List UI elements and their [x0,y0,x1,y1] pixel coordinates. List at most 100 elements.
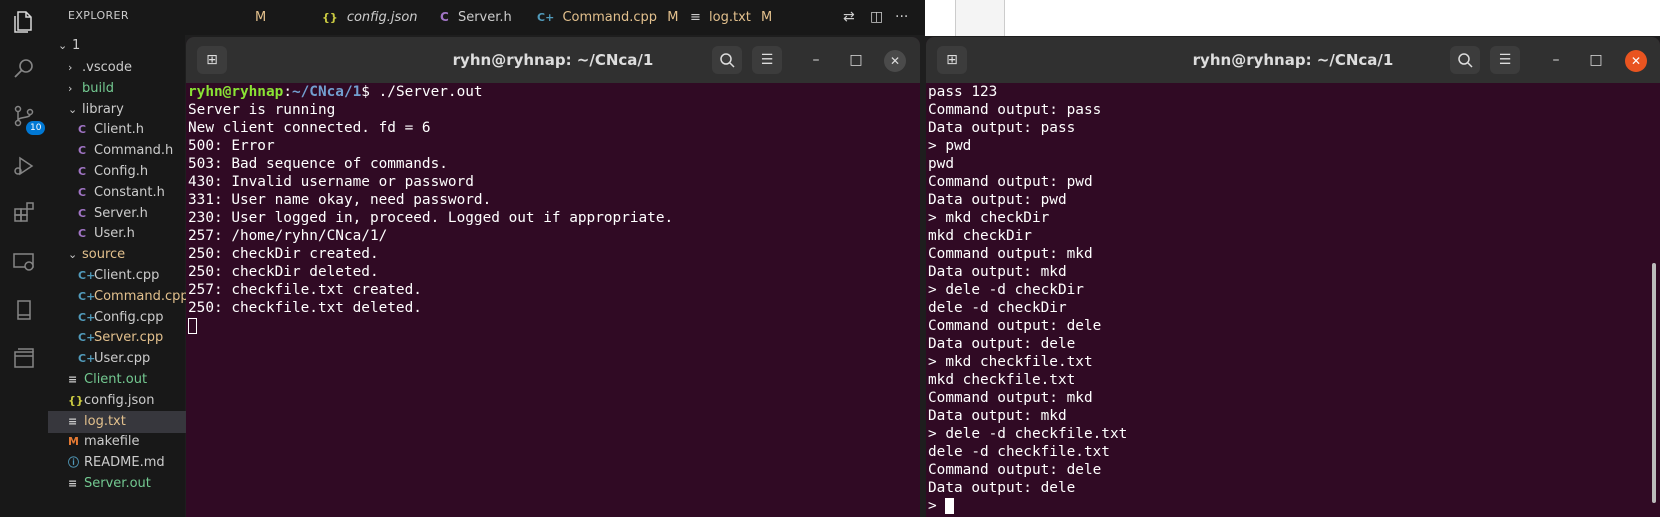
tree-item-label: build [82,80,114,96]
tab-config-json[interactable]: {} config.json [322,0,418,35]
minimize-icon[interactable]: – [1546,50,1566,70]
tree-item-label: .vscode [82,60,132,75]
terminal-cursor [188,318,197,334]
maximize-icon[interactable]: □ [1586,50,1606,70]
tree-item[interactable]: C Command.h [78,140,173,162]
files-icon[interactable] [12,10,36,34]
terminal-output-right[interactable]: pass 123 Command output: pass Data output:… [926,83,1660,517]
terminal-titlebar[interactable]: ⊞ ryhn@ryhnap: ~/CNca/1 ☰ – □ ✕ [926,37,1660,83]
output-line: 257: checkfile.txt created. [188,282,422,298]
tree-item[interactable]: C+Client.cpp [78,265,159,287]
maximize-icon[interactable]: □ [846,50,866,70]
terminal-window-right[interactable]: ⊞ ryhn@ryhnap: ~/CNca/1 ☰ – □ ✕ pass 123… [926,37,1660,517]
tree-item-label: Constant.h [94,184,165,200]
output-line: 500: Error [188,138,275,154]
tree-item[interactable]: ⓘ README.md [68,452,165,474]
file-type-icon: {} [68,393,84,407]
tree-item-label: log.txt [84,413,126,429]
tree-item[interactable]: ⌄ source [68,244,125,266]
book-icon[interactable] [12,298,36,322]
tree-item[interactable]: ≡ log.txt [48,410,205,433]
background-document-window [925,0,1660,36]
cpp-icon: C+ [537,11,555,24]
hamburger-menu-icon[interactable]: ☰ [1490,46,1520,74]
chevron-down-icon: ⌄ [68,102,78,116]
tree-item[interactable]: › build [68,78,114,100]
terminal-output-left[interactable]: ryhn@ryhnap:~/CNca/1$ ./Server.out Serve… [186,83,920,517]
tab-partial[interactable]: M [255,0,266,35]
output-line: 250: checkfile.txt deleted. [188,300,422,316]
output-line: Data output: mkd [928,408,1067,424]
tree-item[interactable]: C+User.cpp [78,348,150,370]
editor-tab-bar: M {} config.json C Server.h C+ Command.c… [185,0,925,35]
tab-server-h[interactable]: C Server.h [440,0,512,35]
run-debug-icon[interactable] [12,154,36,178]
file-type-icon: C+ [78,331,96,345]
tree-item-label: source [82,247,126,263]
hamburger-menu-icon[interactable]: ☰ [752,46,782,74]
file-type-icon: C+ [78,269,96,282]
explorer-sidebar: EXPLORER ⌄ 1 › .vscode › build ⌄ library C Clien… [48,0,205,517]
tree-item-label: Server.cpp [94,330,164,346]
split-editor-icon[interactable]: ◫ [870,9,883,25]
tree-item[interactable]: ≡ Client.out [68,369,147,391]
output-line: > mkd checkfile.txt [928,354,1093,370]
tree-item[interactable]: ⌄ library [68,99,124,121]
tree-item-label: Command.h [94,143,174,159]
cursor-line: > [926,497,1660,515]
terminal-window-left[interactable]: ⊞ ryhn@ryhnap: ~/CNca/1 ☰ – □ ✕ ryhn@ryh… [186,37,920,517]
output-line: 331: User name okay, need password. [188,192,492,208]
chevron-right-icon: › [68,61,73,74]
tree-root[interactable]: ⌄ 1 [58,35,80,57]
tree-item-label: Server.out [84,476,151,491]
tree-item[interactable]: {}config.json [68,390,155,412]
more-actions-icon[interactable]: ··· [895,9,908,25]
tree-item-label: Config.cpp [94,309,164,325]
search-icon[interactable] [1450,46,1480,74]
tree-item-label: Command.cpp [94,288,189,304]
tree-item[interactable]: C Client.h [78,119,144,141]
output-line: > mkd checkDir [928,210,1050,226]
tree-item[interactable]: C+Server.cpp [78,327,163,349]
tree-item[interactable]: C+Config.cpp [78,307,164,329]
output-line: Data output: pass [928,120,1076,136]
tab-log-txt[interactable]: ≡ log.txt M [690,0,772,35]
chevron-right-icon: › [68,81,73,95]
file-type-icon: C [78,206,87,220]
tree-item[interactable]: C+Command.cpp [78,286,189,308]
file-type-icon: C [78,227,87,241]
output-line: 230: User logged in, proceed. Logged out… [188,210,674,226]
chevron-down-icon: ⌄ [68,248,78,262]
tree-item[interactable]: C User.h [78,223,135,245]
close-icon[interactable]: ✕ [884,50,906,72]
terminal-titlebar[interactable]: ⊞ ryhn@ryhnap: ~/CNca/1 ☰ – □ ✕ [186,37,920,83]
tree-item[interactable]: ≡ Server.out [68,473,151,495]
minimize-icon[interactable]: – [806,50,826,70]
scrollbar[interactable] [1652,263,1656,503]
terminal-cursor [945,498,955,514]
tab-command-cpp[interactable]: C+ Command.cpp M [537,0,678,35]
output-line: > dele -d checkDir [928,282,1084,298]
tree-item[interactable]: › .vscode [68,57,132,79]
close-icon[interactable]: ✕ [1625,50,1647,72]
remote-explorer-icon[interactable] [12,250,36,274]
tree-item[interactable]: C Server.h [78,203,148,225]
panels-icon[interactable] [12,346,36,370]
tree-item[interactable]: C Constant.h [78,182,165,204]
output-line: 257: /home/ryhn/CNca/1/ [188,228,388,244]
tree-item-label: makefile [84,434,140,450]
page-thumbnail[interactable] [955,0,1005,36]
compare-changes-icon[interactable]: ⇄ [843,9,855,25]
search-icon[interactable] [12,56,36,80]
extensions-icon[interactable] [12,200,36,224]
output-line: 503: Bad sequence of commands. [188,156,448,172]
tree-item[interactable]: Mmakefile [68,431,140,453]
file-type-icon: C [78,165,87,178]
search-icon[interactable] [712,46,742,74]
file-type-icon: C [78,123,87,137]
file-type-icon: ≡ [68,414,78,428]
prompt-line: ryhn@ryhnap:~/CNca/1$ ./Server.out [188,84,483,100]
file-type-icon: C [78,144,87,158]
tree-item[interactable]: C Config.h [78,161,148,183]
output-line: > dele -d checkfile.txt [928,426,1128,442]
